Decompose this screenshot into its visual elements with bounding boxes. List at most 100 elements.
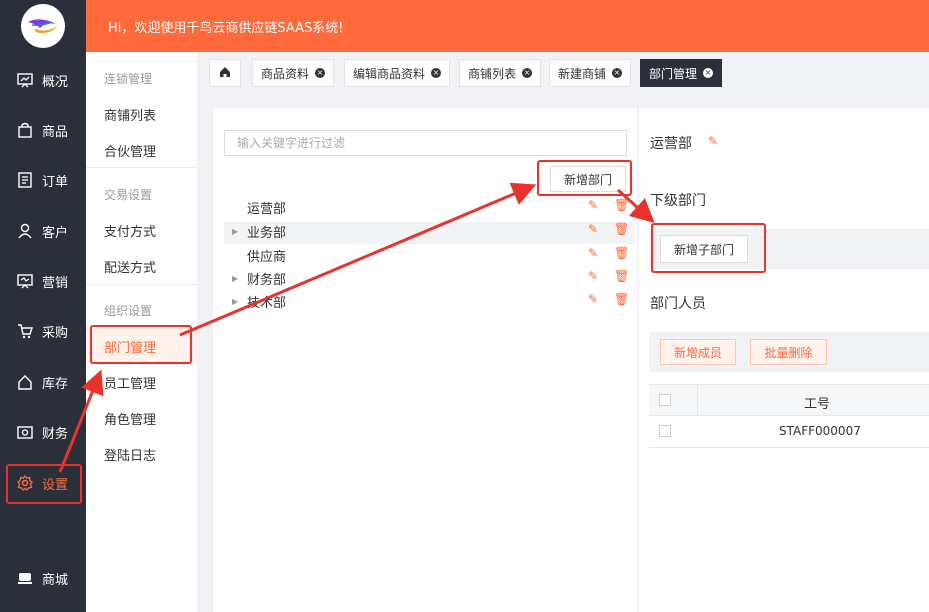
close-icon[interactable]: × <box>315 68 326 78</box>
nav-item-marketing[interactable]: 营销 <box>0 261 86 301</box>
trash-icon[interactable]: 🗑 <box>614 198 629 212</box>
order-icon <box>16 171 34 189</box>
tab-label: 部门管理 <box>649 66 698 81</box>
tree-node[interactable]: 供应商 ✎ 🗑 <box>224 246 634 268</box>
expand-icon[interactable]: ▶ <box>232 227 238 236</box>
tree-node[interactable]: ▶ 财务部 ✎ 🗑 <box>224 269 634 291</box>
edit-icon[interactable]: ✎ <box>708 134 718 148</box>
tree-node-label: 财务部 <box>247 273 287 288</box>
tab-label: 编辑商品资料 <box>353 66 426 81</box>
edit-icon[interactable]: ✎ <box>588 198 598 212</box>
subnav-item-delivery[interactable]: 配送方式 <box>104 257 156 276</box>
marketing-icon <box>16 272 34 290</box>
tree-node-label: 运营部 <box>247 202 287 217</box>
members-table-header: 工号 <box>649 384 929 416</box>
subnav-item-login-log[interactable]: 登陆日志 <box>104 445 156 464</box>
nav-label: 商城 <box>42 572 69 588</box>
department-name: 运营部 <box>650 136 692 152</box>
tab-label: 商品资料 <box>261 66 310 81</box>
add-member-button[interactable]: 新增成员 <box>660 339 736 365</box>
table-row[interactable]: STAFF000007 <box>649 416 929 448</box>
user-icon <box>16 222 34 240</box>
nav-item-overview[interactable]: 概况 <box>0 60 86 100</box>
nav-label: 商品 <box>42 124 69 140</box>
tab-department[interactable]: 部门管理 × <box>640 59 723 87</box>
tab-bar: 商品资料 × 编辑商品资料 × 商铺列表 × 新建商铺 × 部门管理 × <box>197 52 929 94</box>
nav-label: 财务 <box>42 426 69 442</box>
members-title: 部门人员 <box>650 296 706 312</box>
nav-item-inventory[interactable]: 库存 <box>0 362 86 402</box>
nav-item-purchase[interactable]: 采购 <box>0 311 86 351</box>
subnav-item-staff[interactable]: 员工管理 <box>104 373 156 392</box>
tab-new-shop[interactable]: 新建商铺 × <box>549 59 632 87</box>
add-sub-department-button[interactable]: 新增子部门 <box>660 235 748 263</box>
top-header: Hi，欢迎使用千鸟云商供应链SAAS系统! <box>86 0 929 52</box>
tab-home[interactable] <box>209 59 241 87</box>
tree-node-label: 业务部 <box>247 226 287 241</box>
subnav-item-role[interactable]: 角色管理 <box>104 409 156 428</box>
subnav-divider <box>86 284 197 285</box>
trash-icon[interactable]: 🗑 <box>614 222 629 236</box>
expand-icon[interactable]: ▶ <box>232 297 238 306</box>
trash-icon[interactable]: 🗑 <box>614 269 629 283</box>
edit-icon[interactable]: ✎ <box>588 292 598 306</box>
tab-label: 新建商铺 <box>558 66 607 81</box>
close-icon[interactable]: × <box>522 68 533 78</box>
nav-item-mall[interactable]: 商城 <box>0 558 86 598</box>
nav-label: 概况 <box>42 74 69 90</box>
nav-label: 客户 <box>42 225 69 241</box>
edit-icon[interactable]: ✎ <box>588 246 598 260</box>
tab-label: 商铺列表 <box>468 66 517 81</box>
staff-number: STAFF000007 <box>779 424 861 438</box>
sub-sidebar: 连锁管理 商铺列表 合伙管理 交易设置 支付方式 配送方式 组织设置 部门管理 … <box>86 52 197 612</box>
tree-node[interactable]: 运营部 ✎ 🗑 <box>224 198 634 220</box>
subnav-item-department[interactable]: 部门管理 <box>104 337 156 356</box>
nav-label: 设置 <box>42 477 69 493</box>
subnav-divider <box>86 167 197 168</box>
welcome-text: Hi，欢迎使用千鸟云商供应链SAAS系统! <box>108 20 344 36</box>
subnav-item-payment[interactable]: 支付方式 <box>104 221 156 240</box>
column-divider <box>697 385 698 415</box>
select-all-checkbox[interactable] <box>659 394 671 406</box>
tab-shop-list[interactable]: 商铺列表 × <box>459 59 542 87</box>
subnav-group-trade: 交易设置 <box>104 188 153 202</box>
finance-icon <box>16 423 34 441</box>
nav-item-customers[interactable]: 客户 <box>0 211 86 251</box>
tree-node[interactable]: ▶ 技术部 ✎ 🗑 <box>224 292 634 314</box>
subnav-group-chain: 连锁管理 <box>104 72 153 86</box>
nav-item-products[interactable]: 商品 <box>0 110 86 150</box>
tab-product-info[interactable]: 商品资料 × <box>252 59 335 87</box>
filter-input[interactable]: 输入关键字进行过滤 <box>224 130 627 156</box>
tree-node[interactable]: ▶ 业务部 ✎ 🗑 <box>224 222 634 244</box>
close-icon[interactable]: × <box>431 68 442 78</box>
expand-icon[interactable]: ▶ <box>232 274 238 283</box>
batch-delete-button[interactable]: 批量删除 <box>750 339 827 365</box>
row-checkbox[interactable] <box>659 425 671 437</box>
nav-label: 采购 <box>42 325 69 341</box>
nav-item-settings[interactable]: 设置 <box>0 463 86 503</box>
edit-icon[interactable]: ✎ <box>588 269 598 283</box>
subnav-item-shop-list[interactable]: 商铺列表 <box>104 105 156 124</box>
tab-edit-product[interactable]: 编辑商品资料 × <box>344 59 451 87</box>
tree-node-label: 供应商 <box>247 250 287 265</box>
edit-icon[interactable]: ✎ <box>588 222 598 236</box>
trash-icon[interactable]: 🗑 <box>614 246 629 260</box>
sub-department-title: 下级部门 <box>650 193 706 209</box>
close-icon[interactable]: × <box>612 68 623 78</box>
tree-node-label: 技术部 <box>247 296 287 311</box>
brand-logo[interactable] <box>21 4 65 48</box>
shop-icon <box>16 569 34 587</box>
trash-icon[interactable]: 🗑 <box>614 292 629 306</box>
subnav-item-partner[interactable]: 合伙管理 <box>104 141 156 160</box>
nav-label: 营销 <box>42 275 69 291</box>
close-icon[interactable]: × <box>703 68 714 78</box>
logo-area <box>0 0 86 52</box>
subnav-group-org: 组织设置 <box>104 304 153 318</box>
nav-item-orders[interactable]: 订单 <box>0 160 86 200</box>
dashboard-icon <box>16 71 34 89</box>
nav-label: 订单 <box>42 174 69 190</box>
home-icon <box>219 66 231 81</box>
column-staff-no: 工号 <box>804 397 831 412</box>
nav-item-finance[interactable]: 财务 <box>0 412 86 452</box>
add-department-button[interactable]: 新增部门 <box>550 166 626 192</box>
